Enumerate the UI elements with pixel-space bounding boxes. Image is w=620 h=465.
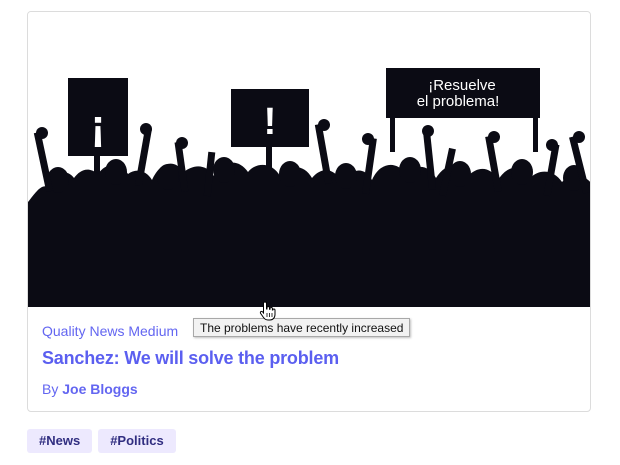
source-link[interactable]: Quality News Medium xyxy=(42,323,178,339)
banner-line-2: el problema! xyxy=(417,93,500,110)
tooltip: The problems have recently increased xyxy=(193,318,411,337)
banner-line-1: ¡Resuelve xyxy=(428,77,496,94)
byline-prefix: By xyxy=(42,381,63,397)
article-headline[interactable]: Sanchez: We will solve the problem xyxy=(42,348,339,369)
protest-image: ¡ ! ¡Resuelve el problema! xyxy=(28,12,590,307)
byline: By Joe Bloggs xyxy=(42,381,138,397)
tag-list: #News #Politics xyxy=(27,429,176,453)
middle-sign-text: ! xyxy=(264,101,277,143)
left-sign-text: ¡ xyxy=(91,101,106,150)
author-name[interactable]: Joe Bloggs xyxy=(62,381,137,397)
hand-pointer-icon xyxy=(259,301,276,321)
tag-news[interactable]: #News xyxy=(27,429,93,453)
article-card[interactable]: ¡ ! ¡Resuelve el problema! Quality News … xyxy=(27,11,591,412)
tag-politics[interactable]: #Politics xyxy=(98,429,176,453)
